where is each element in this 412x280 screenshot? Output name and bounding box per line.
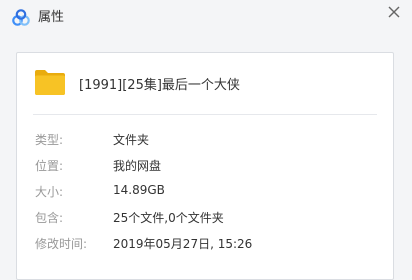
window-title: 属性 bbox=[38, 10, 65, 25]
property-label: 修改时间: bbox=[35, 237, 88, 251]
property-row-size: 大小: 14.89GB bbox=[17, 183, 393, 203]
property-value: 我的网盘 bbox=[113, 159, 162, 173]
title-bar: 属性 bbox=[0, 0, 412, 36]
folder-icon bbox=[35, 70, 65, 95]
property-value: 文件夹 bbox=[113, 133, 150, 147]
property-row-location: 位置: 我的网盘 bbox=[17, 157, 393, 177]
property-label: 大小: bbox=[35, 185, 64, 199]
properties-panel: [1991][25集]最后一个大侠 类型: 文件夹 位置: 我的网盘 大小: 1… bbox=[16, 52, 394, 280]
divider bbox=[33, 114, 377, 115]
baidu-netdisk-logo-icon bbox=[12, 9, 30, 26]
property-value: 14.89GB bbox=[113, 183, 165, 197]
property-value: 25个文件,0个文件夹 bbox=[113, 211, 224, 225]
file-header: [1991][25集]最后一个大侠 bbox=[17, 53, 393, 115]
property-label: 类型: bbox=[35, 133, 64, 147]
close-icon[interactable] bbox=[384, 2, 404, 22]
property-row-modified: 修改时间: 2019年05月27日, 15:26 bbox=[17, 235, 393, 255]
property-label: 位置: bbox=[35, 159, 64, 173]
property-value: 2019年05月27日, 15:26 bbox=[113, 237, 253, 251]
property-row-type: 类型: 文件夹 bbox=[17, 131, 393, 151]
property-label: 包含: bbox=[35, 211, 64, 225]
property-row-contains: 包含: 25个文件,0个文件夹 bbox=[17, 209, 393, 229]
file-name: [1991][25集]最后一个大侠 bbox=[79, 78, 240, 93]
